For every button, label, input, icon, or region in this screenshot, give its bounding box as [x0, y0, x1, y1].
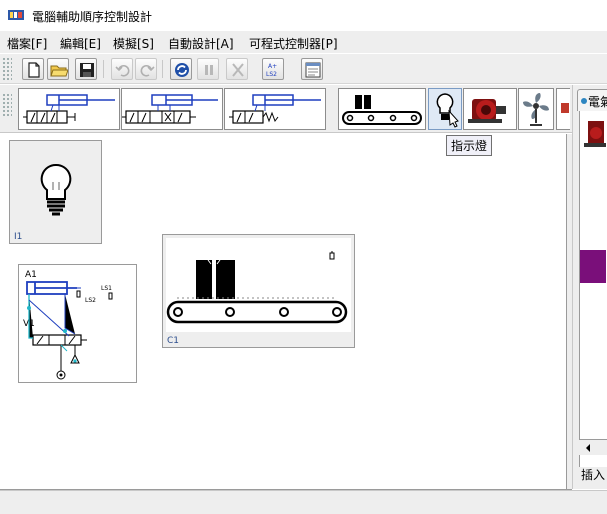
palette-motor[interactable] [463, 88, 517, 130]
stop-icon [232, 63, 244, 77]
run-icon [175, 63, 189, 77]
component-cylinder[interactable]: A1 LS1 LS2 V1 [18, 264, 137, 383]
component-id-label: C1 [167, 336, 180, 346]
conveyor-diagram [166, 238, 351, 332]
palette-indicator-lamp[interactable] [428, 88, 462, 130]
title-bar: 電腦輔助順序控制設計 [0, 0, 607, 30]
toolbar-grip[interactable] [2, 57, 12, 81]
drawing-canvas[interactable]: I1 A1 LS1 LS2 V1 [0, 134, 572, 489]
double-solenoid-cylinder-icon [23, 94, 115, 124]
palette-double-solenoid-cylinder[interactable] [18, 88, 120, 130]
component-palette [0, 85, 572, 133]
three-position-cylinder-icon [122, 94, 218, 124]
motor-icon [468, 99, 506, 123]
color-swatch[interactable] [580, 250, 606, 283]
switch-label-ls1: LS1 [101, 285, 112, 292]
palette-grip[interactable] [2, 93, 12, 117]
palette-single-solenoid-cylinder[interactable] [224, 88, 326, 130]
motor-thumbnail-icon [584, 121, 606, 147]
palette-conveyor[interactable] [338, 88, 426, 130]
pause-icon [205, 65, 213, 75]
ladder-ls-button[interactable]: A+ LS2 [262, 58, 284, 80]
new-file-button[interactable] [22, 58, 44, 80]
run-button[interactable] [170, 58, 192, 80]
svg-text:A+: A+ [268, 63, 277, 70]
more-components-icon [561, 103, 569, 113]
palette-more[interactable] [556, 88, 570, 130]
switch-label-ls2: LS2 [85, 297, 96, 304]
tab-dot-icon [581, 98, 587, 104]
menu-auto-design[interactable]: 自動設計[A] [168, 35, 234, 52]
save-button[interactable] [75, 58, 97, 80]
stop-button[interactable] [226, 58, 248, 80]
cylinder-circuit-diagram: A1 LS1 LS2 V1 [23, 270, 113, 380]
svg-text:LS2: LS2 [266, 71, 277, 78]
undo-button[interactable] [111, 58, 133, 80]
toolbar-separator [103, 60, 104, 78]
app-icon [8, 10, 24, 20]
menu-simulate[interactable]: 模擬[S] [113, 35, 154, 52]
component-indicator-lamp[interactable]: I1 [9, 140, 102, 244]
pause-button[interactable] [197, 58, 219, 80]
menu-file[interactable]: 檔案[F] [7, 35, 47, 52]
ladder-ls-icon: A+LS2 [266, 63, 277, 78]
open-button[interactable] [47, 58, 69, 80]
undo-icon [115, 65, 130, 77]
right-panel-content [579, 111, 607, 467]
scroll-left-icon [586, 444, 590, 452]
right-panel-horizontal-scrollbar[interactable] [579, 439, 607, 455]
palette-three-position-cylinder[interactable] [121, 88, 223, 130]
lightbulb-icon [40, 163, 72, 216]
save-icon [80, 63, 94, 77]
new-file-icon [28, 62, 40, 78]
palette-fan[interactable] [518, 88, 554, 130]
toolbar: A+ LS2 [0, 54, 607, 84]
tab-electrical[interactable]: 電氣 [577, 89, 607, 111]
indicator-lamp-icon [436, 93, 459, 128]
window-icon [305, 62, 321, 78]
cylinder-id-text: A1 [25, 270, 37, 280]
tab-electrical-label: 電氣 [588, 95, 607, 109]
window-title: 電腦輔助順序控制設計 [32, 10, 153, 24]
single-solenoid-cylinder-icon [229, 94, 321, 124]
conveyor-icon [342, 95, 422, 125]
menu-bar: 檔案[F] 編輯[E] 模擬[S] 自動設計[A] 可程式控制器[P] [0, 31, 607, 53]
menu-plc[interactable]: 可程式控制器[P] [249, 35, 338, 52]
tooltip: 指示燈 [446, 135, 493, 156]
status-bar [0, 490, 607, 514]
menu-edit[interactable]: 編輯[E] [60, 35, 101, 52]
open-folder-icon [50, 65, 68, 77]
redo-icon [140, 65, 155, 77]
component-id-label: I1 [14, 232, 23, 242]
redo-button[interactable] [135, 58, 157, 80]
app-window: 電腦輔助順序控制設計 檔案[F] 編輯[E] 模擬[S] 自動設計[A] 可程式… [0, 0, 607, 514]
insert-label: 插入 [581, 468, 606, 482]
fan-icon [523, 93, 549, 126]
right-panel: 電氣 插入 [572, 85, 607, 489]
window-button[interactable] [301, 58, 323, 80]
component-conveyor[interactable]: C1 [162, 234, 355, 348]
toolbar-separator [162, 60, 163, 78]
